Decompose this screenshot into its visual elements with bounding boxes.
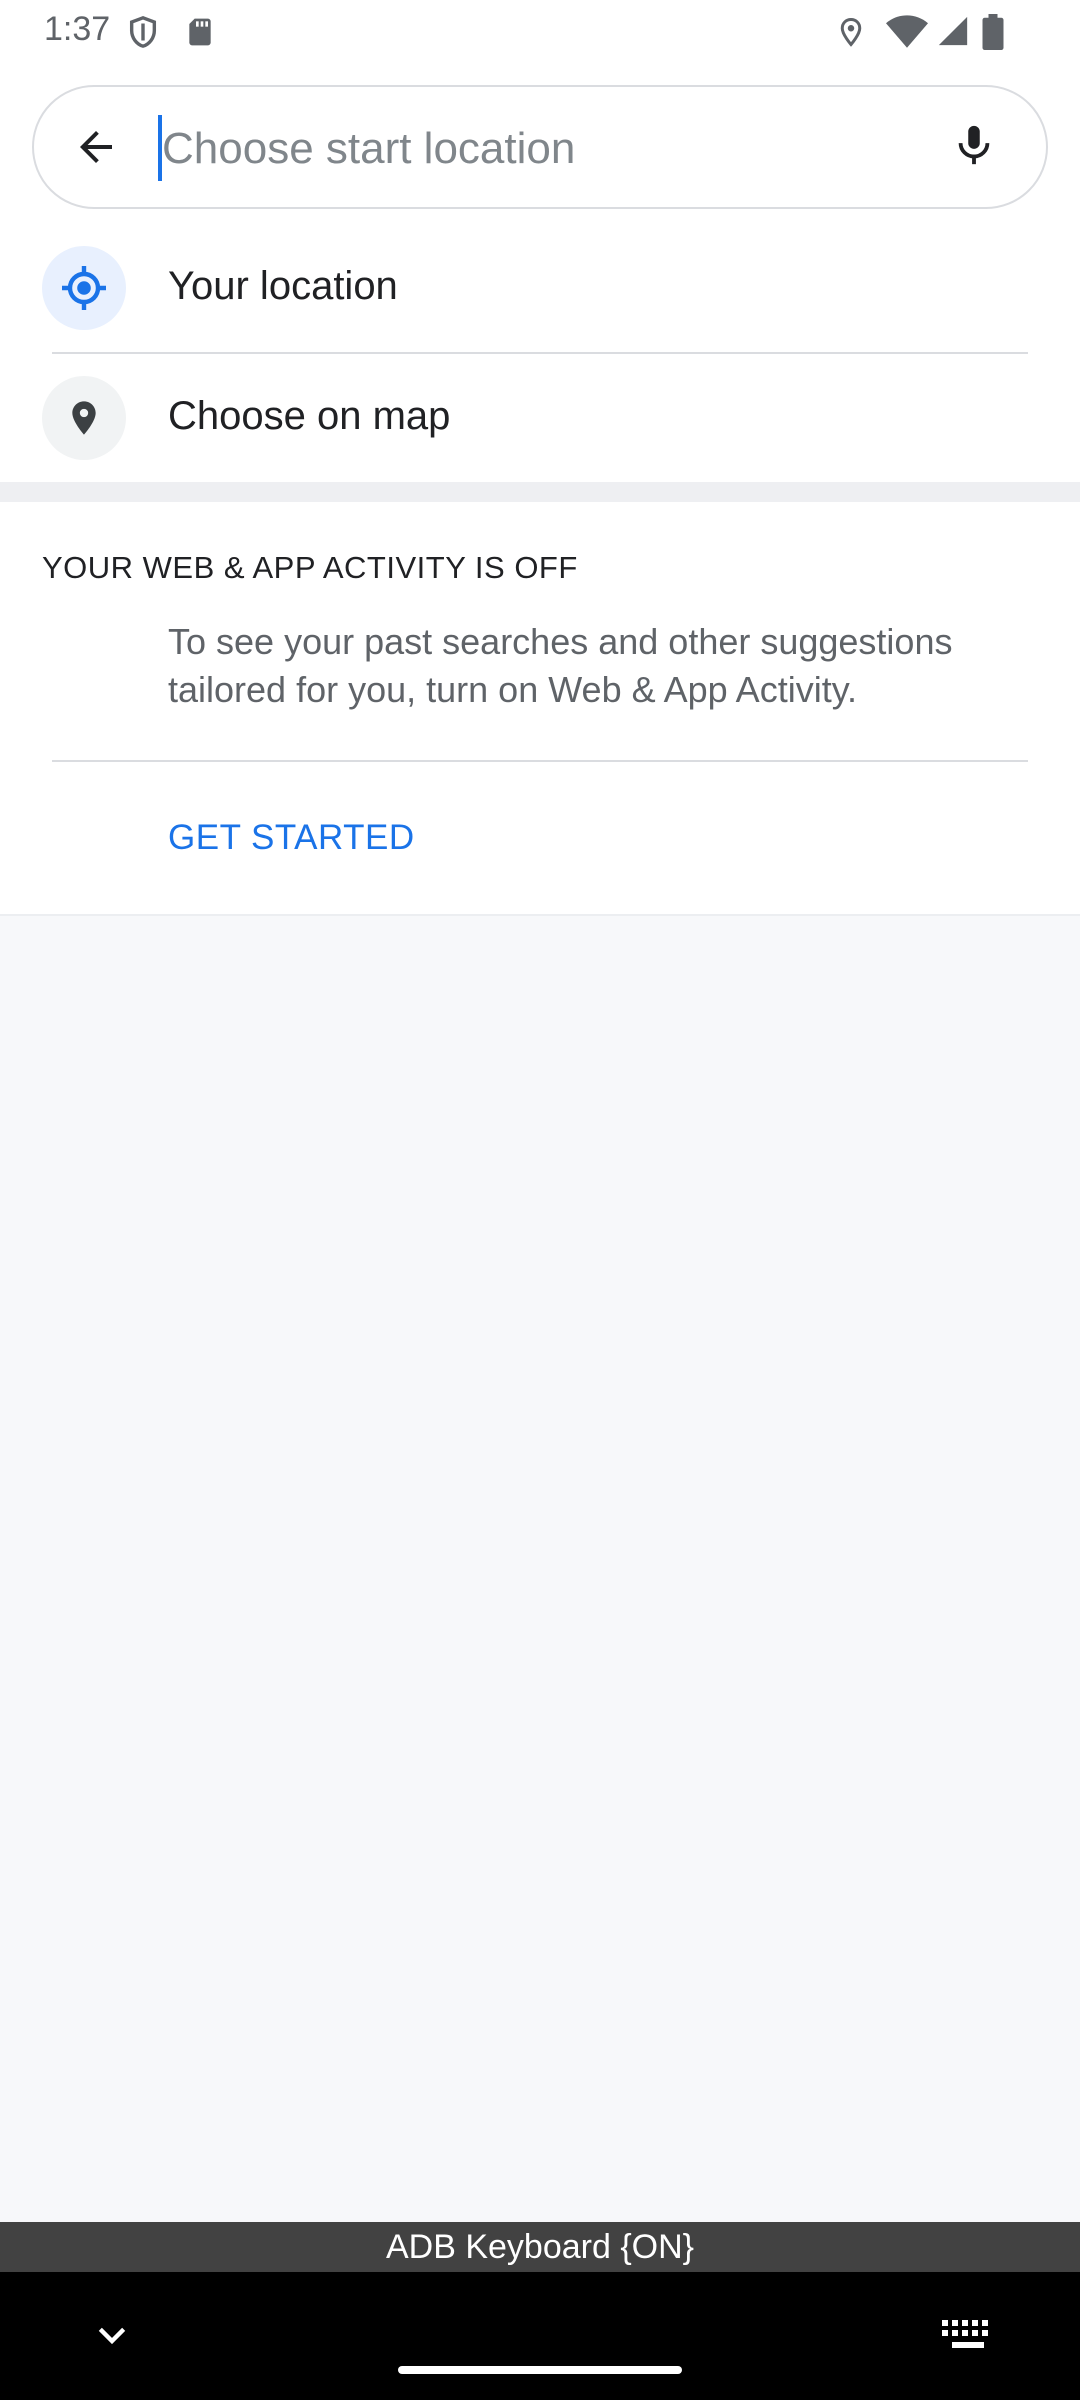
voice-search-button[interactable] [942,115,1006,179]
divider [52,760,1028,762]
wifi-icon [886,14,928,55]
activity-card: YOUR WEB & APP ACTIVITY IS OFF To see yo… [0,502,1080,916]
map-pin-icon [42,376,126,460]
navigation-bar [0,2272,1080,2400]
back-button[interactable] [64,117,128,181]
signal-icon [936,14,970,53]
my-location-icon [42,246,126,330]
search-input[interactable] [162,111,962,187]
chevron-down-icon[interactable] [92,2316,132,2356]
activity-title: YOUR WEB & APP ACTIVITY IS OFF [42,550,578,585]
get-started-button[interactable]: GET STARTED [168,818,415,858]
mic-icon [951,120,997,175]
status-time: 1:37 [44,10,111,48]
suggestion-choose-on-map[interactable]: Choose on map [0,354,1080,482]
keyboard-banner: ADB Keyboard {ON} [0,2222,1080,2272]
battery-icon [982,14,1004,55]
shield-icon [126,14,160,55]
arrow-back-icon [72,123,120,176]
section-separator [0,482,1080,502]
suggestion-your-location[interactable]: Your location [0,224,1080,352]
suggestion-label: Choose on map [168,394,451,438]
location-icon [836,14,866,55]
search-box[interactable] [32,85,1048,209]
keyboard-icon[interactable] [940,2318,996,2354]
home-handle[interactable] [398,2366,682,2374]
activity-body: To see your past searches and other sugg… [168,621,953,710]
suggestion-label: Your location [168,264,398,308]
sd-card-icon [184,14,216,55]
status-bar: 1:37 [0,0,1080,62]
